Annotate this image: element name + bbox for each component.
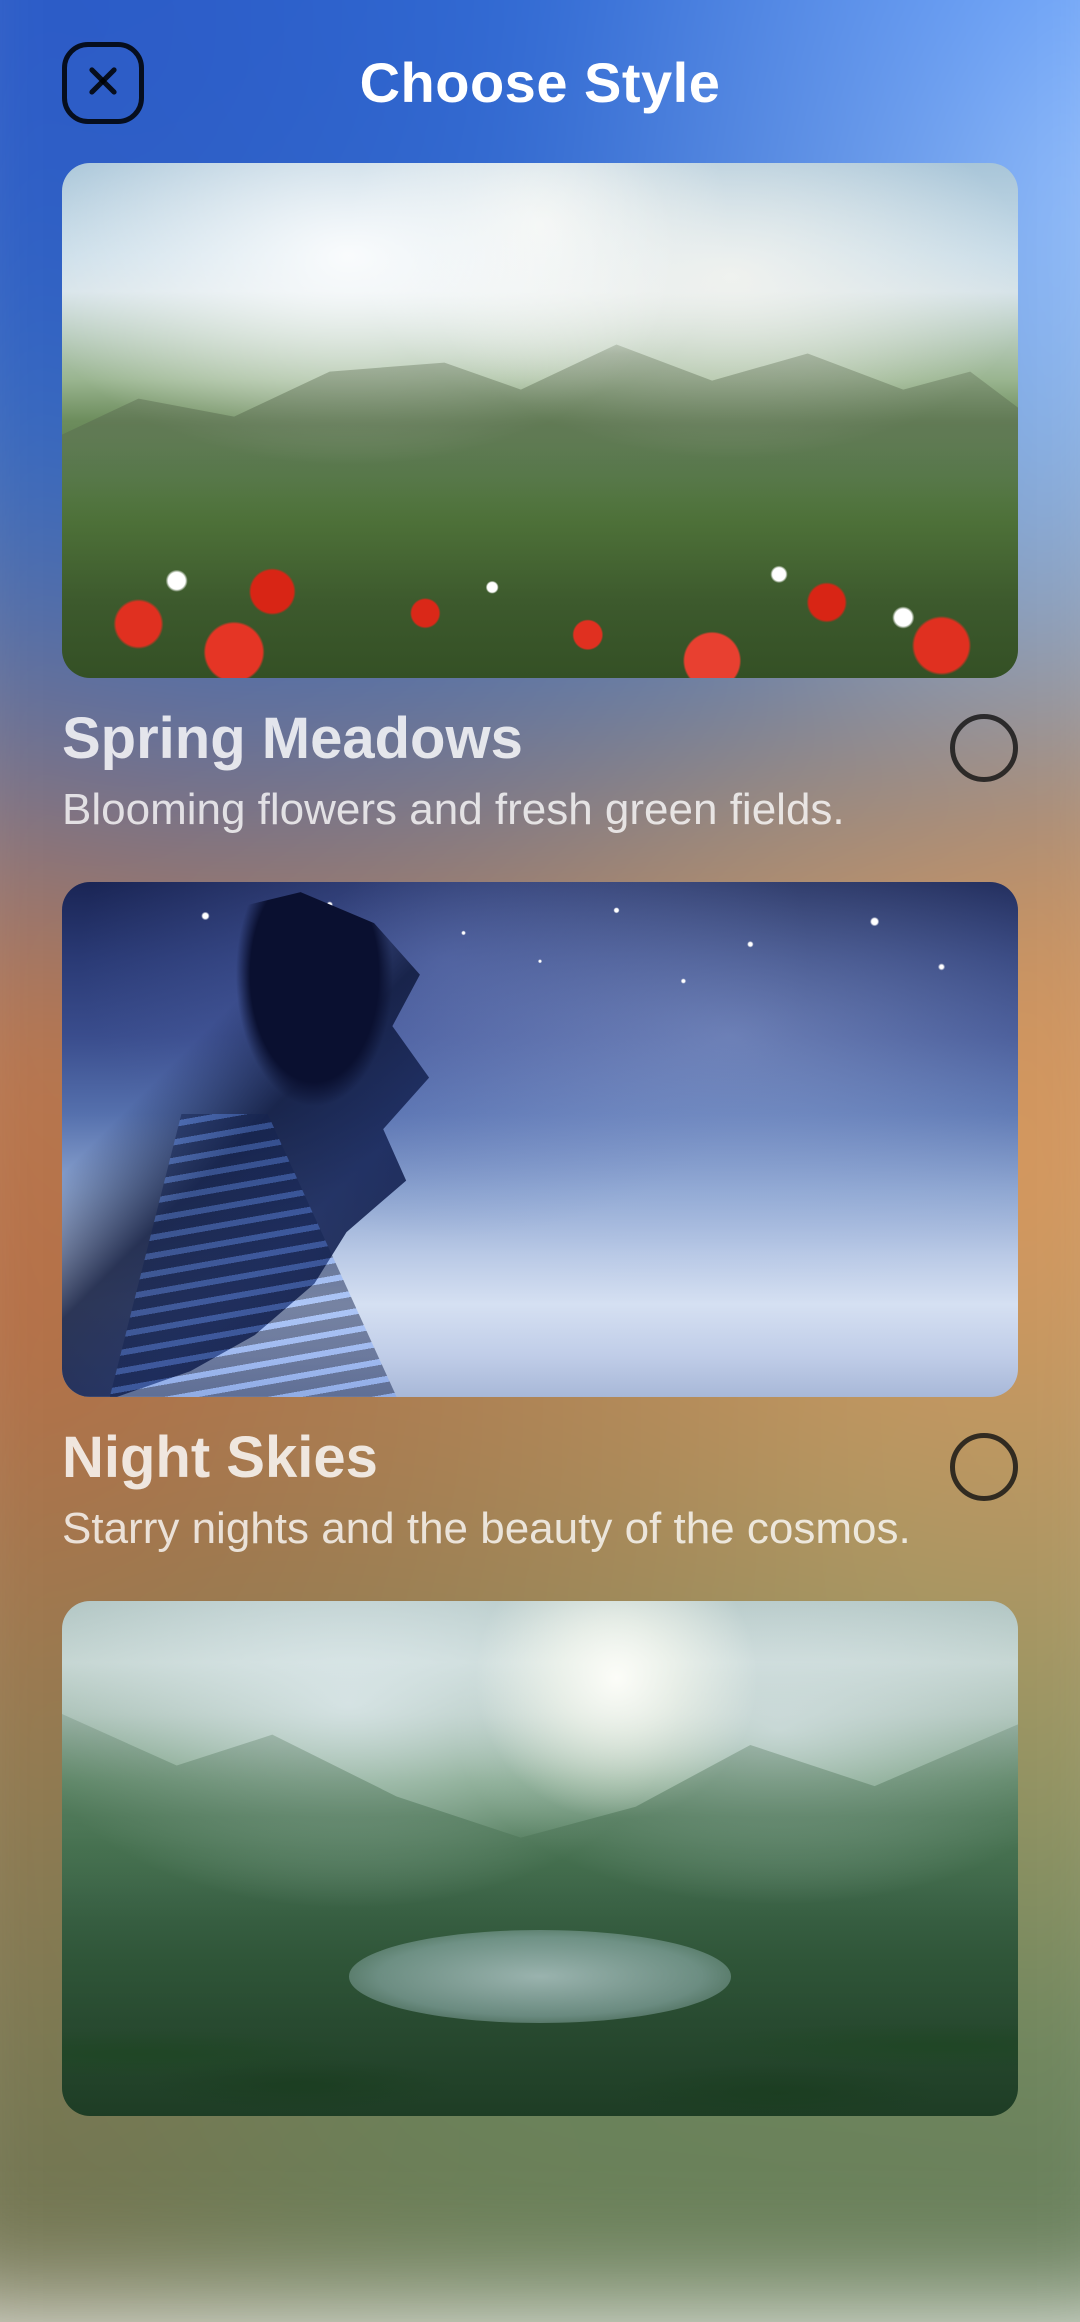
style-preview-image (62, 163, 1018, 678)
close-button[interactable] (62, 42, 144, 124)
style-card-info: Night Skies Starry nights and the beauty… (62, 1397, 1018, 1557)
style-description: Blooming flowers and fresh green fields. (62, 781, 930, 838)
style-preview-image (62, 1601, 1018, 2116)
style-radio[interactable] (950, 1433, 1018, 1501)
style-card-night-skies[interactable]: Night Skies Starry nights and the beauty… (62, 882, 1018, 1557)
style-card-tropical[interactable] (62, 1601, 1018, 2116)
style-preview-image (62, 882, 1018, 1397)
style-chooser-modal: Choose Style Spring Meadows Blooming flo… (0, 0, 1080, 2111)
style-title: Spring Meadows (62, 706, 930, 773)
style-card-info: Spring Meadows Blooming flowers and fres… (62, 678, 1018, 838)
close-icon (84, 62, 122, 103)
modal-title: Choose Style (360, 50, 721, 115)
style-radio[interactable] (950, 714, 1018, 782)
modal-header: Choose Style (62, 40, 1018, 125)
style-description: Starry nights and the beauty of the cosm… (62, 1500, 930, 1557)
style-card-spring-meadows[interactable]: Spring Meadows Blooming flowers and fres… (62, 163, 1018, 838)
style-title: Night Skies (62, 1425, 930, 1492)
